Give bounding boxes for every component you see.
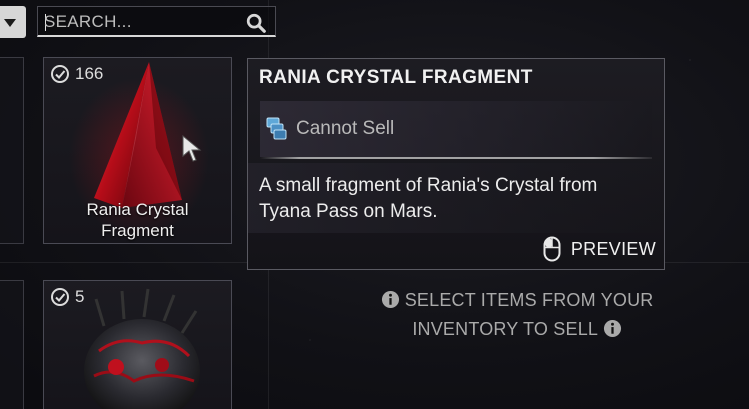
sell-hint-line1: SELECT ITEMS FROM YOUR xyxy=(352,286,682,315)
sell-hint: SELECT ITEMS FROM YOUR INVENTORY TO SELL xyxy=(352,286,682,344)
inventory-tile-2[interactable]: 5 xyxy=(43,280,232,409)
info-icon xyxy=(603,319,621,338)
credits-icon xyxy=(266,117,287,140)
tooltip-divider xyxy=(260,157,652,159)
cursor-icon xyxy=(182,134,202,162)
sell-hint-line2: INVENTORY TO SELL xyxy=(352,315,682,344)
item-description: A small fragment of Rania's Crystal from… xyxy=(259,175,598,222)
inventory-tile-partial[interactable] xyxy=(0,280,24,409)
item-name: Rania Crystal Fragment xyxy=(44,199,231,241)
preview-label: PREVIEW xyxy=(570,238,656,259)
search-input[interactable] xyxy=(44,7,244,36)
chevron-down-icon xyxy=(4,19,16,27)
sell-status-row: Cannot Sell xyxy=(260,101,652,157)
mouse-icon xyxy=(543,236,561,262)
search-box[interactable] xyxy=(37,6,276,37)
inventory-tile-partial[interactable] xyxy=(0,57,24,244)
info-icon xyxy=(381,290,399,309)
search-icon[interactable] xyxy=(245,12,267,34)
item-title: RANIA CRYSTAL FRAGMENT xyxy=(259,67,533,88)
item-name-line1: Rania Crystal xyxy=(86,200,189,219)
hint-line1-text: SELECT ITEMS FROM YOUR xyxy=(404,290,654,310)
relic-skull-image xyxy=(84,288,200,409)
sell-status-text: Cannot Sell xyxy=(296,118,395,139)
filter-dropdown[interactable] xyxy=(0,6,26,38)
item-tooltip-panel: RANIA CRYSTAL FRAGMENT Cannot Sell A sma… xyxy=(247,58,666,270)
item-name-line2: Fragment xyxy=(101,221,174,240)
hint-line2-text: INVENTORY TO SELL xyxy=(412,319,598,339)
preview-button[interactable]: PREVIEW xyxy=(543,236,656,262)
inventory-tile-rania-crystal[interactable]: 166 Rania Crystal Fragment xyxy=(43,57,232,244)
